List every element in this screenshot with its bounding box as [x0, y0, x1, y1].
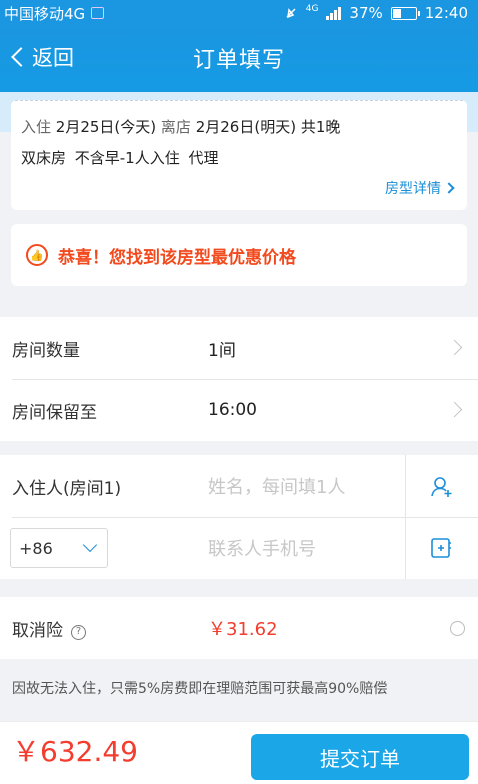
guest-name-input[interactable]: 姓名，每间填1人	[208, 473, 345, 499]
page-title: 订单填写	[192, 48, 285, 73]
battery-percent: 37%	[349, 4, 383, 22]
question-mark-icon[interactable]: ?	[71, 624, 86, 640]
guest-info: 入住人(房间1) 姓名，每间填1人 +86 联系人手机号	[0, 455, 478, 579]
room-description: 双床房 不含早-1人入住 代理	[21, 149, 219, 167]
vertical-divider	[405, 455, 406, 517]
no-ringer-icon	[286, 8, 296, 19]
country-code-value: +86	[19, 538, 53, 558]
message-notification-icon	[91, 7, 105, 19]
room-detail-label: 房型详情	[385, 181, 441, 197]
top-nav: 返回 订单填写	[0, 26, 478, 92]
submit-order-button[interactable]: 提交订单	[251, 734, 469, 780]
order-total: ￥632.49	[12, 735, 138, 768]
checkout-date: 2月26日(明天)	[195, 118, 297, 136]
phone-input[interactable]: 联系人手机号	[208, 535, 316, 561]
network-type: 4G	[305, 4, 319, 14]
thumbs-up-icon: 👍	[26, 244, 48, 266]
status-right: 4G 37% 12:40	[284, 4, 468, 22]
guest-name-row: 入住人(房间1) 姓名，每间填1人	[0, 455, 478, 517]
hold-until-value: 16:00	[208, 400, 257, 420]
insurance-label-wrap: 取消险?	[12, 616, 86, 641]
chevron-right-icon	[443, 182, 455, 194]
carrier-name: 中国移动4G	[4, 4, 86, 23]
status-bar: 中国移动4G 4G 37% 12:40	[0, 0, 478, 26]
signal-icon	[326, 6, 342, 20]
insurance-label: 取消险	[12, 620, 63, 641]
bottom-bar: ￥632.49 提交订单	[0, 721, 478, 784]
chevron-right-icon	[446, 401, 463, 418]
rooms-count-value: 1间	[208, 340, 236, 361]
insurance-row: 取消险? ￥31.62	[0, 597, 478, 659]
checkin-date: 2月25日(今天)	[55, 118, 157, 136]
guest-phone-row: +86 联系人手机号	[0, 517, 478, 579]
chevron-down-icon	[82, 537, 98, 553]
stay-dates: 入住 2月25日(今天) 离店 2月26日(明天) 共1晚	[21, 116, 340, 137]
rooms-count-row[interactable]: 房间数量 1间	[0, 317, 478, 379]
insurance-note: 因故无法入住，只需5%房费即在理赔范围可获最高90%赔偿	[12, 681, 388, 697]
battery-icon	[390, 6, 420, 20]
stay-info-card: 入住 2月25日(今天) 离店 2月26日(明天) 共1晚 双床房 不含早-1人…	[11, 100, 467, 210]
checkin-label: 入住	[21, 118, 52, 136]
clock: 12:40	[424, 4, 468, 22]
carrier-group: 中国移动4G	[4, 3, 105, 24]
add-guest-icon[interactable]	[431, 476, 453, 498]
room-detail-link[interactable]: 房型详情	[385, 178, 455, 198]
checkout-label: 离店	[160, 118, 191, 136]
contacts-book-icon[interactable]	[430, 537, 452, 559]
cancel-insurance-row: 取消险? ￥31.62	[0, 597, 478, 659]
rooms-count-label: 房间数量	[12, 340, 80, 361]
hold-until-row[interactable]: 房间保留至 16:00	[0, 379, 478, 441]
chevron-right-icon	[446, 339, 463, 356]
promo-text: 恭喜！您找到该房型最优惠价格	[58, 247, 296, 268]
promo-banner: 👍 恭喜！您找到该房型最优惠价格	[11, 224, 467, 286]
guest-label: 入住人(房间1)	[12, 478, 122, 499]
insurance-price: ￥31.62	[208, 619, 278, 640]
country-code-select[interactable]: +86	[10, 528, 108, 568]
insurance-radio[interactable]	[450, 621, 465, 636]
vertical-divider	[405, 517, 406, 579]
nights-count: 共1晚	[300, 118, 341, 136]
ticket-divider	[15, 100, 463, 101]
booking-options: 房间数量 1间 房间保留至 16:00	[0, 317, 478, 441]
hold-until-label: 房间保留至	[12, 402, 97, 423]
